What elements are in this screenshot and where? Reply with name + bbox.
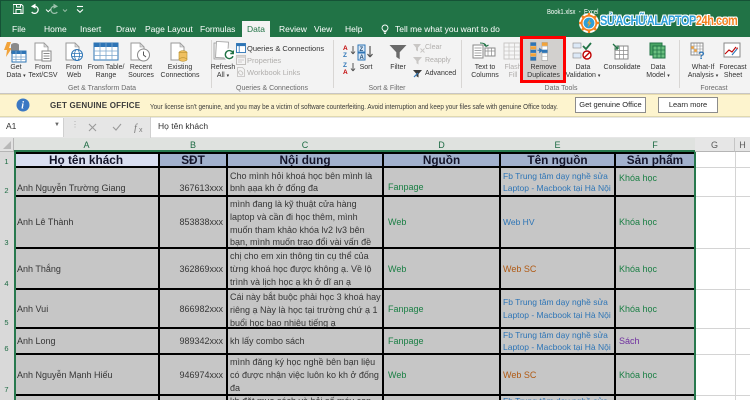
- svg-text:i: i: [21, 101, 24, 112]
- svg-text:x: x: [139, 127, 143, 133]
- svg-text:A: A: [360, 55, 365, 61]
- svg-text:Z: Z: [360, 47, 364, 53]
- svg-text:A: A: [343, 69, 348, 74]
- svg-text:?: ?: [698, 50, 705, 61]
- svg-text:f: f: [134, 123, 138, 133]
- svg-text:Z: Z: [343, 52, 347, 57]
- svg-text:A: A: [343, 45, 348, 52]
- svg-text:Z: Z: [343, 62, 347, 69]
